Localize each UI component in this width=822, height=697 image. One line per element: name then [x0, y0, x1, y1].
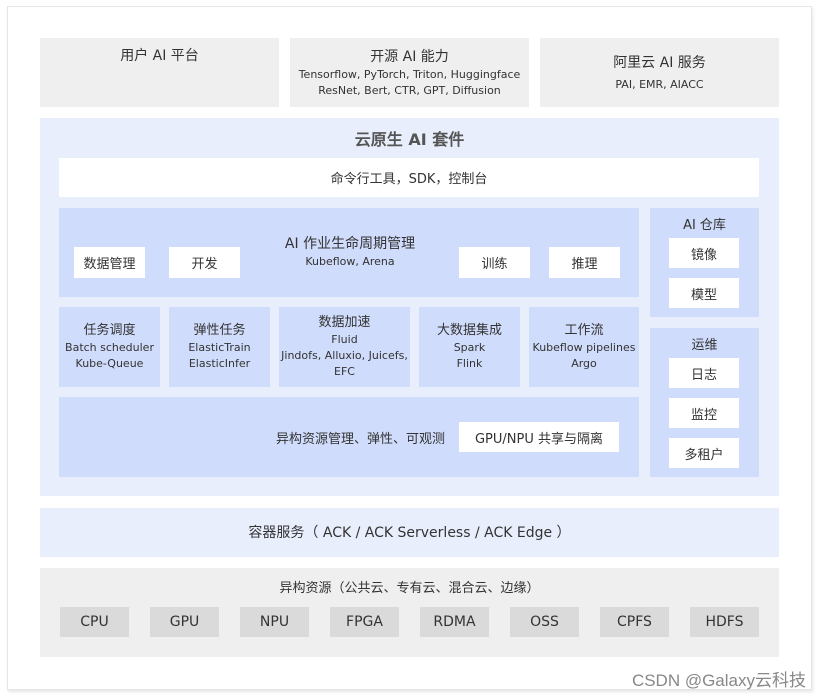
- open-source-ai-line-1: Tensorflow, PyTorch, Triton, Huggingface: [298, 67, 521, 81]
- open-source-ai-line-2: ResNet, Bert, CTR, GPT, Diffusion: [318, 83, 501, 97]
- module-title: 任务调度: [83, 323, 136, 338]
- aliyun-ai-service-box: 阿里云 AI 服务 PAI, EMR, AIACC: [540, 38, 779, 107]
- resource-chip-label: OSS: [530, 614, 559, 630]
- cli-sdk-console-label: 命令行工具，SDK，控制台: [330, 172, 488, 187]
- module-line: Batch scheduler: [65, 341, 154, 354]
- ops-item-label: 监控: [690, 407, 717, 423]
- hetero-resources-title: 异构资源（公共云、专有云、混合云、边缘）: [279, 580, 540, 596]
- lifecycle-item-develop: 开发: [169, 247, 240, 278]
- lifecycle-item-train: 训练: [459, 247, 530, 278]
- module-line: ElasticTrain: [188, 341, 251, 354]
- csdn-watermark: CSDN @Galaxy云科技: [631, 671, 806, 690]
- ai-repo-title-wrap: AI 仓库: [650, 213, 759, 233]
- lifecycle-item-label: 开发: [191, 257, 218, 272]
- resource-chip-rdma: RDMA: [420, 607, 489, 637]
- ai-repo-item-label: 镜像: [690, 247, 717, 263]
- module-big-data-integration: 大数据集成 Spark Flink: [419, 307, 520, 387]
- module-elastic-tasks: 弹性任务 ElasticTrain ElasticInfer: [169, 307, 270, 387]
- ops-item-label: 多租户: [684, 447, 724, 463]
- resource-chip-gpu: GPU: [150, 607, 219, 637]
- module-title: 大数据集成: [436, 323, 502, 338]
- resource-chip-oss: OSS: [510, 607, 579, 637]
- resource-chip-label: CPU: [80, 614, 109, 630]
- module-data-acceleration: 数据加速 Fluid Jindofs, Alluxio, Juicefs, EF…: [279, 307, 410, 387]
- lifecycle-subtitle: Kubeflow, Arena: [305, 255, 395, 268]
- ops-item-logs: 日志: [669, 358, 739, 388]
- resource-chip-label: FPGA: [346, 614, 383, 630]
- gpu-npu-sharing-chip: GPU/NPU 共享与隔离: [459, 422, 619, 452]
- ai-repo-title: AI 仓库: [683, 217, 726, 233]
- user-ai-platform-title: 用户 AI 平台: [120, 48, 199, 64]
- resource-chip-label: CPFS: [617, 614, 652, 630]
- resource-chip-label: HDFS: [705, 614, 744, 630]
- lifecycle-item-label: 训练: [481, 257, 508, 272]
- user-ai-platform-box: 用户 AI 平台: [40, 38, 279, 107]
- module-task-scheduling: 任务调度 Batch scheduler Kube-Queue: [59, 307, 160, 387]
- module-line: EFC: [334, 365, 355, 378]
- module-line: Flink: [456, 357, 483, 370]
- resource-chip-npu: NPU: [240, 607, 309, 637]
- module-line: Fluid: [331, 333, 358, 346]
- ops-title-wrap: 运维: [650, 333, 759, 353]
- aliyun-ai-service-line: PAI, EMR, AIACC: [615, 77, 704, 91]
- resource-chip-hdfs: HDFS: [690, 607, 759, 637]
- hetero-resources-title-wrap: 异构资源（公共云、专有云、混合云、边缘）: [40, 576, 779, 596]
- container-service-label: 容器服务（ ACK / ACK Serverless / ACK Edge ）: [248, 524, 571, 541]
- module-line: Kube-Queue: [75, 357, 144, 370]
- resource-chip-fpga: FPGA: [330, 607, 399, 637]
- suite-title: 云原生 AI 套件: [354, 130, 465, 149]
- module-line: Jindofs, Alluxio, Juicefs,: [281, 349, 408, 362]
- open-source-ai-title: 开源 AI 能力: [370, 48, 449, 65]
- resource-chip-label: NPU: [259, 614, 290, 630]
- resource-chip-label: GPU: [169, 614, 200, 630]
- module-title: 弹性任务: [193, 323, 246, 338]
- lifecycle-item-label: 推理: [571, 257, 598, 272]
- lifecycle-title: AI 作业生命周期管理: [284, 236, 416, 252]
- ops-item-multi-tenant: 多租户: [669, 438, 739, 468]
- ops-item-monitoring: 监控: [669, 398, 739, 428]
- cli-sdk-console-bar: 命令行工具，SDK，控制台: [59, 158, 759, 197]
- hetero-mgmt-label: 异构资源管理、弹性、可观测: [275, 432, 445, 447]
- module-line: ElasticInfer: [188, 357, 251, 370]
- hetero-mgmt-label-wrap: 异构资源管理、弹性、可观测: [230, 428, 445, 448]
- aliyun-ai-service-title: 阿里云 AI 服务: [613, 54, 706, 71]
- open-source-ai-box: 开源 AI 能力 Tensorflow, PyTorch, Triton, Hu…: [290, 38, 529, 107]
- resource-chip-cpu: CPU: [60, 607, 129, 637]
- module-title: 工作流: [564, 323, 604, 338]
- module-line: Spark: [453, 341, 486, 354]
- ops-title: 运维: [691, 337, 718, 353]
- ai-repo-item-image: 镜像: [669, 238, 739, 268]
- container-service-bar: 容器服务（ ACK / ACK Serverless / ACK Edge ）: [40, 508, 779, 557]
- resource-chip-cpfs: CPFS: [600, 607, 669, 637]
- resource-chip-label: RDMA: [433, 614, 476, 630]
- ai-repo-item-label: 模型: [690, 287, 717, 303]
- module-workflow: 工作流 Kubeflow pipelines Argo: [529, 307, 639, 387]
- module-line: Argo: [571, 357, 597, 370]
- suite-title-wrap: 云原生 AI 套件: [40, 126, 779, 150]
- lifecycle-item-data-mgmt: 数据管理: [74, 247, 145, 278]
- gpu-npu-sharing-label: GPU/NPU 共享与隔离: [474, 431, 604, 447]
- module-title: 数据加速: [318, 315, 371, 330]
- ai-repo-item-model: 模型: [669, 278, 739, 308]
- lifecycle-item-inference: 推理: [549, 247, 620, 278]
- module-line: Kubeflow pipelines: [532, 341, 636, 354]
- lifecycle-heading: AI 作业生命周期管理 Kubeflow, Arena: [250, 234, 450, 270]
- ops-item-label: 日志: [690, 367, 717, 383]
- lifecycle-item-label: 数据管理: [83, 257, 136, 272]
